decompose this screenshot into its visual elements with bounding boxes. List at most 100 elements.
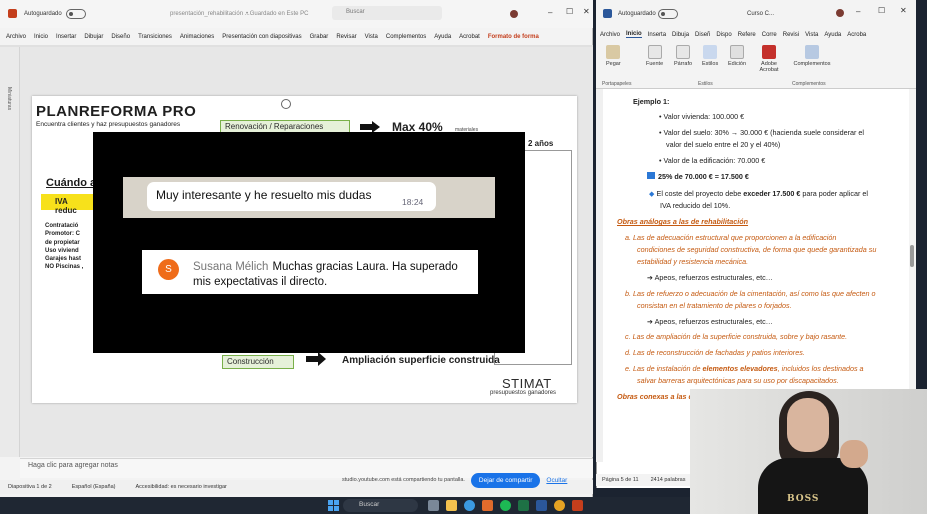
menu-formato-forma[interactable]: Formato de forma [488, 34, 539, 40]
minimize-icon[interactable]: – [856, 7, 860, 16]
editing-button[interactable]: Edición [728, 45, 746, 67]
edge-icon[interactable] [464, 500, 475, 511]
autosave-toggle[interactable] [66, 9, 86, 19]
clipboard-icon [606, 45, 621, 59]
menu-ayuda[interactable]: Ayuda [824, 32, 841, 38]
chat-timestamp: 18:24 [402, 197, 424, 207]
menu-vista[interactable]: Vista [805, 32, 818, 38]
autosave-toggle[interactable] [658, 9, 678, 19]
comment-body: Susana Mélich Muchas gracias Laura. Ha su… [193, 260, 463, 289]
minimize-icon[interactable]: – [548, 8, 552, 17]
doc-line: Valor de la edificación: 70.000 € [663, 156, 766, 165]
task-view-icon[interactable] [428, 500, 439, 511]
bullet-item: NO Piscinas , [45, 264, 84, 271]
menu-archivo[interactable]: Archivo [6, 34, 26, 40]
bullet-item: Contratació [45, 223, 79, 229]
menu-archivo[interactable]: Archivo [600, 32, 620, 38]
menu-insertar[interactable]: Inserta [648, 32, 666, 38]
stop-sharing-button[interactable]: Dejar de compartir [470, 472, 541, 488]
ppt-titlebar: Autoguardado presentación_rehabilitación… [0, 0, 593, 28]
excel-icon[interactable] [518, 500, 529, 511]
avatar[interactable] [510, 10, 518, 18]
maximize-icon[interactable]: ☐ [878, 6, 885, 15]
doc-item-e: salvar barreras arquitectónicas para su … [637, 376, 839, 385]
share-message: studio.youtube.com está compartiendo tu … [342, 477, 465, 483]
close-icon[interactable]: ✕ [900, 6, 907, 15]
menu-vista[interactable]: Vista [365, 34, 378, 40]
doc-item-b: consistan en el tratamiento de pilares o… [637, 301, 792, 310]
menu-correspondencia[interactable]: Corre [762, 32, 777, 38]
word-taskbar-icon[interactable] [536, 500, 547, 511]
menu-complementos[interactable]: Complementos [386, 34, 426, 40]
doc-item-a: estabilidad y resistencia mecánica. [637, 257, 749, 266]
bullet-item: de propietar [45, 239, 80, 246]
addins-group-label: Complementos [792, 81, 826, 87]
paragraph-label: Párrafo [674, 61, 693, 67]
word-filename: Curso C... [747, 11, 775, 17]
menu-diseno[interactable]: Diseñ [695, 32, 710, 38]
menu-diseno[interactable]: Diseño [111, 34, 130, 40]
styles-group-label: Estilos [698, 81, 713, 87]
doc-line: Valor vivienda: 100.000 € [663, 112, 745, 121]
word-menu-bar: Archivo Inicio Inserta Dibuja Diseñ Disp… [596, 28, 916, 41]
close-icon[interactable]: ✕ [583, 7, 590, 16]
powerpoint-taskbar-icon[interactable] [572, 500, 583, 511]
doc-bold-text: exceder 17.500 € [743, 189, 801, 198]
menu-disposicion[interactable]: Dispo [716, 32, 731, 38]
menu-inicio[interactable]: Inicio [34, 34, 48, 40]
thumbnails-pane[interactable]: Miniaturas [0, 47, 20, 457]
menu-revisar[interactable]: Revisar [336, 34, 356, 40]
language-status[interactable]: Español (España) [72, 484, 116, 490]
rotate-handle-icon[interactable] [281, 99, 291, 109]
menu-dibujar[interactable]: Dibujar [84, 34, 103, 40]
doc-line: valor del suelo entre el 20 y el 40%) [666, 140, 781, 149]
taskbar-search[interactable]: Buscar [343, 499, 418, 512]
menu-animaciones[interactable]: Animaciones [180, 34, 214, 40]
menu-ayuda[interactable]: Ayuda [434, 34, 451, 40]
menu-referencias[interactable]: Refere [738, 32, 756, 38]
menu-acrobat[interactable]: Acrobat [459, 34, 480, 40]
paste-button[interactable]: Pegar [606, 45, 621, 67]
paragraph-button[interactable]: Párrafo [674, 45, 692, 67]
doc-bullet: • Valor vivienda: 100.000 € [659, 112, 745, 121]
menu-insertar[interactable]: Insertar [56, 34, 76, 40]
spotify-icon[interactable] [500, 500, 511, 511]
ppt-search-input[interactable]: Buscar [332, 6, 442, 20]
menu-transiciones[interactable]: Transiciones [138, 34, 172, 40]
doc-calc-text: 25% de 70.000 € = 17.500 € [658, 172, 749, 181]
acrobat-button[interactable]: Adobe Acrobat [754, 45, 784, 73]
avatar[interactable] [836, 9, 844, 17]
years-text: 2 años [528, 139, 554, 148]
hide-share-link[interactable]: Ocultar [546, 477, 567, 484]
menu-dibujar[interactable]: Dibuja [672, 32, 689, 38]
construccion-box[interactable]: Construcción [222, 355, 294, 369]
bullet-item: Uso viviend [45, 247, 79, 254]
styles-button[interactable]: Estilos [702, 45, 718, 67]
scrollbar-thumb[interactable] [910, 245, 914, 267]
store-icon[interactable] [482, 500, 493, 511]
addins-button[interactable]: Complementos [792, 45, 832, 67]
autosave-label: Autoguardado [618, 11, 656, 17]
diamond-icon: ◆ [649, 189, 655, 198]
chrome-icon[interactable] [554, 500, 565, 511]
font-button[interactable]: Fuente [646, 45, 663, 67]
start-icon[interactable] [328, 500, 339, 511]
menu-presentacion[interactable]: Presentación con diapositivas [222, 34, 301, 40]
thumbnails-label: Miniaturas [6, 87, 12, 111]
menu-acrobat[interactable]: Acroba [847, 32, 866, 38]
maximize-icon[interactable]: ☐ [566, 7, 573, 16]
ppt-filename: presentación_rehabilitación ... [170, 11, 250, 17]
menu-inicio[interactable]: Inicio [626, 31, 642, 38]
stream-overlay [93, 132, 525, 353]
screen-share-bar: studio.youtube.com está compartiendo tu … [342, 470, 582, 490]
doc-line: IVA reducido del 10%. [660, 201, 731, 210]
accessibility-status[interactable]: Accesibilidad: es necesario investigar [135, 484, 226, 490]
bullet-item: Garajes hast [45, 256, 82, 263]
menu-revisar[interactable]: Revisi [783, 32, 799, 38]
slide-brand: STIMAT [502, 376, 552, 391]
file-explorer-icon[interactable] [446, 500, 457, 511]
word-count[interactable]: 2414 palabras [651, 477, 686, 483]
slide-heading: Cuándo a [46, 177, 97, 189]
styles-label: Estilos [702, 61, 719, 67]
menu-grabar[interactable]: Grabar [310, 34, 329, 40]
